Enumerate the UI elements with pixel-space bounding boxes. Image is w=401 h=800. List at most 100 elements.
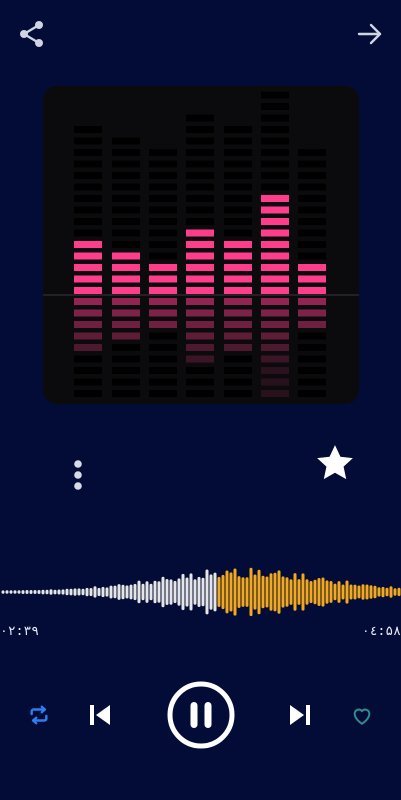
arrow-right-icon: [357, 23, 382, 45]
waveform-bar: [93, 586, 97, 598]
waveform-bar: [393, 588, 397, 596]
eq-reflection-segment: [261, 332, 289, 340]
waveform-bar: [145, 581, 149, 603]
album-art: [43, 86, 359, 404]
waveform-bar: [33, 590, 37, 594]
waveform-bar: [193, 579, 197, 605]
eq-segment: [74, 160, 102, 168]
waveform-bar: [289, 579, 293, 605]
waveform-bar: [17, 590, 21, 594]
eq-segment: [298, 149, 326, 156]
eq-reflection-segment: [149, 355, 177, 363]
waveform-bar: [101, 586, 105, 598]
waveform-bar: [329, 581, 333, 603]
eq-segment: [261, 149, 289, 156]
eq-reflection-segment: [298, 298, 326, 305]
waveform-bar: [25, 590, 29, 594]
waveform-bar: [369, 585, 373, 599]
eq-reflection-segment: [224, 298, 252, 305]
eq-reflection-segment: [186, 390, 214, 397]
waveform-bar: [185, 577, 189, 607]
eq-segment: [224, 195, 252, 202]
next-track-button[interactable]: [285, 700, 315, 730]
eq-segment: [186, 264, 214, 271]
eq-reflection-segment: [224, 332, 252, 340]
waveform-bar: [253, 574, 257, 610]
waveform-bar: [157, 581, 161, 603]
waveform-bar: [189, 573, 193, 611]
waveform-bar: [177, 578, 181, 606]
waveform-bar: [97, 587, 101, 597]
waveform-bar: [361, 584, 365, 600]
eq-segment: [186, 275, 214, 283]
eq-segment: [74, 183, 102, 191]
eq-reflection-segment: [224, 367, 252, 374]
eq-segment: [261, 275, 289, 283]
eq-reflection-segment: [149, 321, 177, 328]
eq-reflection-segment: [261, 344, 289, 351]
eq-segment: [112, 252, 140, 260]
skip-previous-icon: [90, 705, 110, 725]
favorite-button[interactable]: [312, 440, 358, 486]
eq-reflection-segment: [149, 367, 177, 374]
eq-segment: [261, 218, 289, 225]
waveform-bar: [109, 585, 113, 599]
waveform-bar: [181, 573, 185, 611]
waveform-bar: [377, 587, 381, 597]
eq-segment: [74, 218, 102, 225]
eq-segment: [149, 183, 177, 191]
waveform-bar: [69, 588, 73, 596]
eq-segment: [149, 206, 177, 214]
waveform-bar: [37, 590, 41, 594]
waveform-bar: [265, 576, 269, 608]
eq-segment: [186, 160, 214, 168]
eq-segment: [224, 183, 252, 191]
eq-segment: [261, 252, 289, 260]
eq-segment: [74, 264, 102, 271]
forward-button[interactable]: [352, 16, 388, 52]
waveform-bar: [317, 578, 321, 606]
eq-reflection-segment: [261, 367, 289, 374]
like-button[interactable]: [349, 703, 375, 729]
waveform-bar: [61, 589, 65, 595]
eq-reflection-segment: [186, 378, 214, 386]
waveform-bar: [353, 584, 357, 600]
waveform-bar: [349, 584, 353, 600]
eq-segment: [149, 195, 177, 202]
eq-segment: [298, 252, 326, 260]
waveform-seekbar[interactable]: [0, 558, 401, 628]
waveform-bar: [197, 576, 201, 607]
eq-reflection-segment: [74, 390, 102, 397]
eq-reflection-segment: [186, 309, 214, 317]
eq-segment: [112, 241, 140, 248]
eq-segment: [186, 241, 214, 248]
eq-segment: [74, 287, 102, 294]
waveform-bar: [365, 584, 369, 600]
waveform-bar: [105, 587, 109, 597]
waveform-bar: [141, 583, 145, 601]
waveform-bar: [49, 589, 53, 595]
eq-segment: [149, 149, 177, 156]
share-button[interactable]: [14, 16, 50, 52]
eq-segment: [261, 137, 289, 145]
eq-reflection-segment: [224, 321, 252, 328]
more-options-button[interactable]: [66, 455, 90, 495]
eq-segment: [224, 229, 252, 237]
play-pause-button[interactable]: [166, 680, 236, 750]
waveform-bar: [345, 580, 349, 604]
eq-reflection-segment: [298, 344, 326, 351]
previous-track-button[interactable]: [85, 700, 115, 730]
eq-segment: [261, 172, 289, 179]
eq-reflection-segment: [112, 298, 140, 305]
eq-segment: [298, 218, 326, 225]
eq-segment: [74, 126, 102, 133]
eq-segment: [298, 172, 326, 179]
eq-segment: [149, 275, 177, 283]
eq-segment: [224, 252, 252, 260]
waveform-bar: [281, 576, 285, 608]
share-icon: [20, 21, 43, 47]
repeat-button[interactable]: [26, 702, 52, 728]
eq-segment: [224, 206, 252, 214]
eq-segment: [74, 275, 102, 283]
eq-reflection-segment: [186, 321, 214, 328]
